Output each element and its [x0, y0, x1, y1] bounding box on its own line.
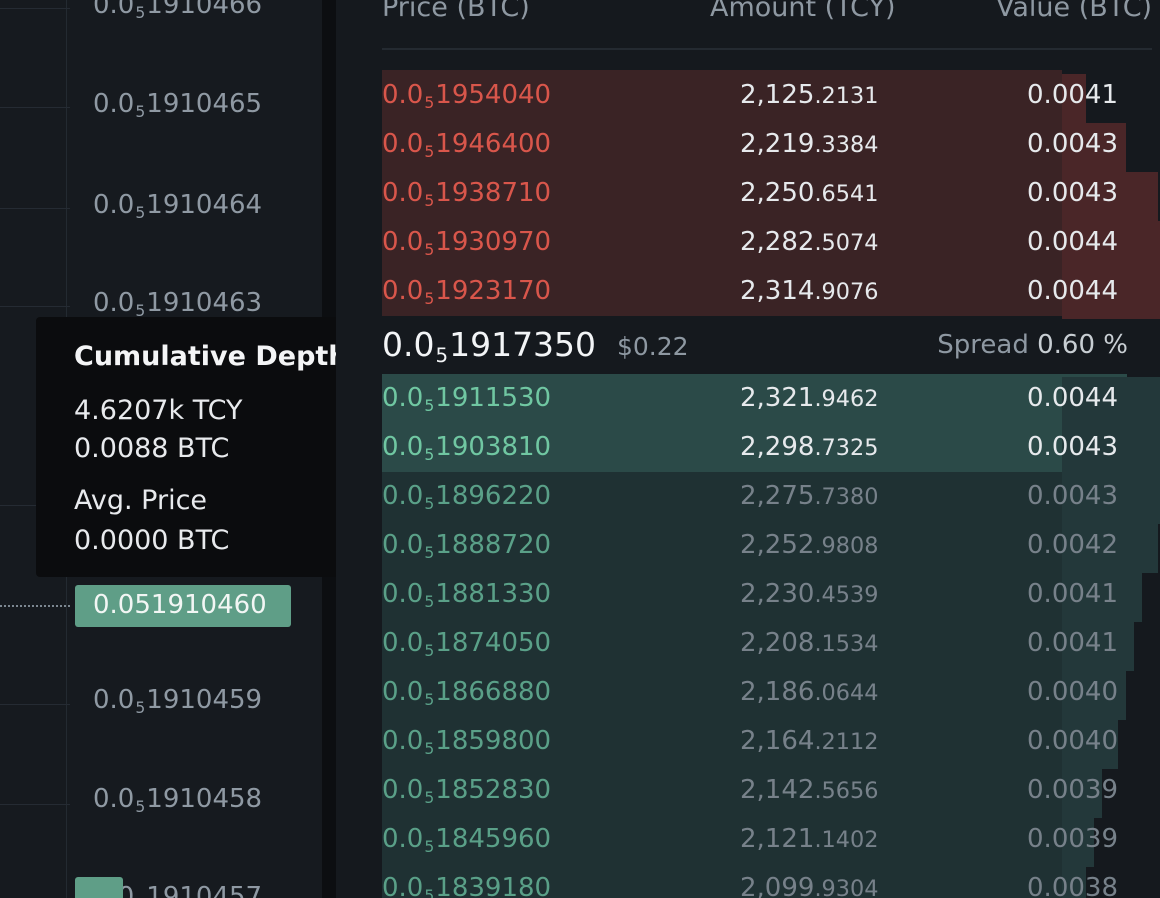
- order-value: 0.0044: [1027, 383, 1118, 413]
- order-amount: 2,125.2131: [740, 80, 879, 110]
- header-divider: [382, 48, 1152, 50]
- crosshair-price-badge: 0.051910460: [75, 585, 291, 627]
- order-value: 0.0043: [1027, 432, 1118, 462]
- axis-price-label: 0.051910466: [93, 0, 263, 22]
- order-amount: 2,142.5656: [740, 775, 879, 805]
- order-amount: 2,186.0644: [740, 677, 879, 707]
- tooltip-value: 0.0088 BTC: [74, 433, 230, 464]
- axis-price-label: 0.051910459: [93, 685, 263, 717]
- axis-tick: [0, 107, 70, 108]
- order-amount: 2,099.9304: [740, 873, 879, 898]
- spread-unit: %: [1103, 330, 1128, 360]
- ask-row[interactable]: 0.051938710 2,250.6541 0.0043: [382, 170, 1160, 219]
- tooltip-amount: 4.6207k TCY: [74, 395, 243, 426]
- last-price-usd: $0.22: [617, 332, 689, 361]
- bid-row[interactable]: 0.051911530 2,321.9462 0.0044: [382, 375, 1160, 424]
- order-book: Price (BTC) Amount (TCY) Value (BTC) 0.0…: [336, 0, 1160, 898]
- mid-price-row: 0.051917350 $0.22 Spread 0.60 %: [382, 322, 1160, 372]
- order-price: 0.051954040: [382, 80, 552, 112]
- order-value: 0.0042: [1027, 530, 1118, 560]
- order-price: 0.051946400: [382, 129, 552, 161]
- tooltip-avg-label: Avg. Price: [74, 485, 208, 516]
- orderbook-depth-view: 0.051910466 0.051910465 0.051910464 0.05191…: [0, 0, 1160, 898]
- bid-row[interactable]: 0.051845960 2,121.1402 0.0039: [382, 816, 1160, 865]
- bid-row[interactable]: 0.051888720 2,252.9808 0.0042: [382, 522, 1160, 571]
- axis-tick: [0, 704, 70, 705]
- header-price[interactable]: Price (BTC): [382, 0, 530, 21]
- order-amount: 2,321.9462: [740, 383, 879, 413]
- order-price: 0.051881330: [382, 579, 552, 611]
- order-value: 0.0043: [1027, 178, 1118, 208]
- axis-tick: [0, 8, 70, 9]
- ask-row[interactable]: 0.051923170 2,314.9076 0.0044: [382, 268, 1160, 317]
- bid-row[interactable]: 0.051839180 2,099.9304 0.0038: [382, 865, 1160, 898]
- axis-price-label: 0.051910463: [93, 288, 263, 320]
- order-value: 0.0043: [1027, 481, 1118, 511]
- axis-price-label: 0.051910458: [93, 784, 263, 816]
- ask-row[interactable]: 0.051946400 2,219.3384 0.0043: [382, 121, 1160, 170]
- order-value: 0.0041: [1027, 628, 1118, 658]
- order-value: 0.0043: [1027, 129, 1118, 159]
- order-value: 0.0044: [1027, 276, 1118, 306]
- order-price: 0.051845960: [382, 824, 552, 856]
- order-price: 0.051839180: [382, 873, 552, 898]
- order-price: 0.051888720: [382, 530, 552, 562]
- order-price: 0.051874050: [382, 628, 552, 660]
- ask-row[interactable]: 0.051930970 2,282.5074 0.0044: [382, 219, 1160, 268]
- axis-tick: [0, 208, 70, 209]
- crosshair-line: [0, 605, 70, 607]
- order-value: 0.0041: [1027, 579, 1118, 609]
- bid-row[interactable]: 0.051859800 2,164.2112 0.0040: [382, 718, 1160, 767]
- order-value: 0.0041: [1027, 80, 1118, 110]
- bid-row[interactable]: 0.051874050 2,208.1534 0.0041: [382, 620, 1160, 669]
- order-value: 0.0040: [1027, 726, 1118, 756]
- cumulative-depth-tooltip: Cumulative Depth 4.6207k TCY 0.0088 BTC …: [36, 317, 356, 577]
- ask-row[interactable]: 0.051954040 2,125.2131 0.0041: [382, 72, 1160, 121]
- order-amount: 2,282.5074: [740, 227, 879, 257]
- spread-label: Spread: [937, 330, 1029, 360]
- order-price: 0.051896220: [382, 481, 552, 513]
- order-amount: 2,164.2112: [740, 726, 879, 756]
- order-value: 0.0039: [1027, 824, 1118, 854]
- order-price: 0.051938710: [382, 178, 552, 210]
- order-value: 0.0038: [1027, 873, 1118, 898]
- last-price: 0.051917350: [382, 325, 597, 368]
- tooltip-avg-value: 0.0000 BTC: [74, 525, 230, 556]
- axis-price-badge-partial: [75, 877, 123, 898]
- order-value: 0.0044: [1027, 227, 1118, 257]
- order-value: 0.0040: [1027, 677, 1118, 707]
- order-amount: 2,298.7325: [740, 432, 879, 462]
- order-price: 0.051911530: [382, 383, 552, 415]
- order-price: 0.051852830: [382, 775, 552, 807]
- axis-tick: [0, 306, 70, 307]
- header-value[interactable]: Value (BTC): [996, 0, 1152, 21]
- order-amount: 2,230.4539: [740, 579, 879, 609]
- axis-price-label: 0.051910464: [93, 190, 263, 222]
- spread-indicator: Spread 0.60 %: [937, 332, 1128, 358]
- order-price: 0.051903810: [382, 432, 552, 464]
- axis-price-label: 0.051910465: [93, 89, 263, 121]
- order-price: 0.051923170: [382, 276, 552, 308]
- order-amount: 2,121.1402: [740, 824, 879, 854]
- order-price: 0.051859800: [382, 726, 552, 758]
- bid-row[interactable]: 0.051896220 2,275.7380 0.0043: [382, 473, 1160, 522]
- order-amount: 2,252.9808: [740, 530, 879, 560]
- bid-row[interactable]: 0.051866880 2,186.0644 0.0040: [382, 669, 1160, 718]
- bid-row[interactable]: 0.051852830 2,142.5656 0.0039: [382, 767, 1160, 816]
- order-amount: 2,275.7380: [740, 481, 879, 511]
- order-price: 0.051930970: [382, 227, 552, 259]
- spread-value: 0.60: [1037, 330, 1096, 360]
- order-amount: 2,219.3384: [740, 129, 879, 159]
- order-value: 0.0039: [1027, 775, 1118, 805]
- order-amount: 2,250.6541: [740, 178, 879, 208]
- order-amount: 2,314.9076: [740, 276, 879, 306]
- order-price: 0.051866880: [382, 677, 552, 709]
- crosshair-price-label: 0.051910460: [93, 590, 267, 620]
- bid-row[interactable]: 0.051881330 2,230.4539 0.0041: [382, 571, 1160, 620]
- axis-tick: [0, 804, 70, 805]
- header-amount[interactable]: Amount (TCY): [710, 0, 896, 21]
- tooltip-title: Cumulative Depth: [74, 341, 348, 372]
- order-amount: 2,208.1534: [740, 628, 879, 658]
- bid-row[interactable]: 0.051903810 2,298.7325 0.0043: [382, 424, 1160, 473]
